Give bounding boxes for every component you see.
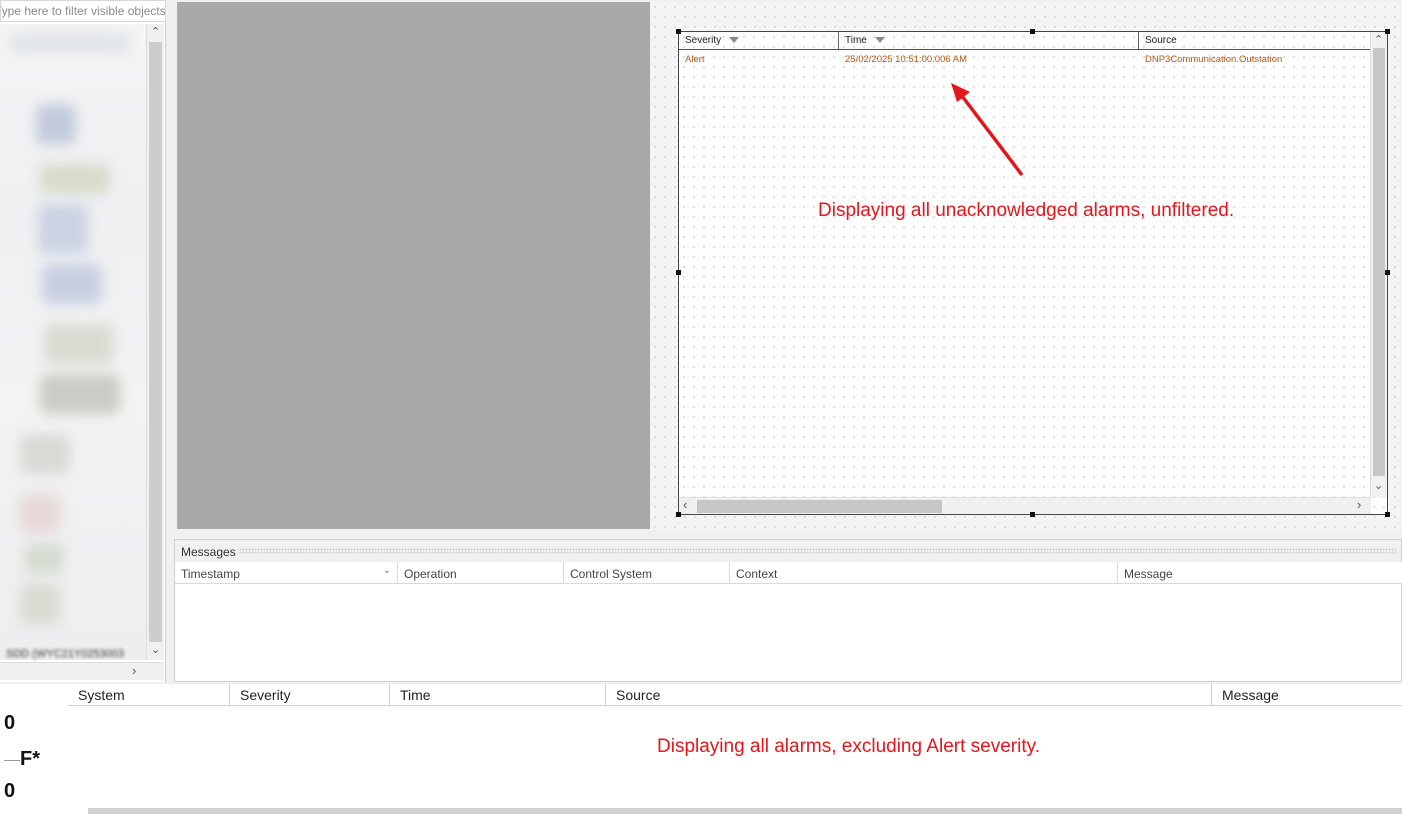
messages-panel: Messages Timestamp ⌄ Operation Control S… [174,539,1402,682]
scroll-left-icon[interactable]: ‹ [683,498,687,511]
annotation-arrow-icon [951,83,1024,177]
column-header-label: System [78,687,125,703]
annotation-top: Displaying all unacknowledged alarms, un… [818,200,1235,221]
selection-handle[interactable] [1385,512,1390,517]
selection-handle[interactable] [676,29,681,34]
scroll-up-icon[interactable]: ⌃ [1374,34,1383,46]
selection-handle[interactable] [1385,29,1390,34]
selection-handle[interactable] [1030,29,1035,34]
widget-horizontal-scrollbar[interactable]: ‹ › [679,497,1371,514]
scroll-right-icon[interactable]: › [132,664,136,677]
value-middle: F* [20,748,40,770]
status-values-panel: 0 F* 0 [0,684,68,814]
messages-column-message[interactable]: Message [1118,562,1402,584]
scroll-thumb[interactable] [697,500,942,513]
column-header-label: Control System [570,567,653,581]
object-tree-panel: Type here to filter visible objects SDD … [0,0,166,682]
object-filter-input[interactable]: Type here to filter visible objects [0,0,166,22]
column-header-label: Operation [404,567,457,581]
column-header-label: Source [616,687,661,703]
value-top: 0 [4,712,16,734]
column-header-time[interactable]: Time [390,684,606,706]
scroll-up-icon[interactable]: ⌃ [151,26,160,38]
value-bottom: 0 [4,780,16,802]
alarm-time-cell[interactable]: 25/02/2025 10:51:00.006 AM [845,54,967,65]
sort-chevron-down-icon[interactable]: ⌄ [383,565,391,576]
column-header-label: Time [845,35,867,46]
alarm-severity-cell[interactable]: Alert [685,54,705,65]
annotation-bottom: Displaying all alarms, excluding Alert s… [657,736,1040,757]
selection-handle[interactable] [676,270,681,275]
column-header-source[interactable]: Source [1139,32,1371,50]
column-header-source[interactable]: Source [606,684,1212,706]
tree-horizontal-scrollbar[interactable]: › [0,662,164,680]
column-header-severity[interactable]: Severity [679,32,839,50]
column-header-label: Timestamp [181,567,240,581]
messages-column-context[interactable]: Context [730,562,1118,584]
selection-handle[interactable] [1030,512,1035,517]
scroll-thumb[interactable] [1373,48,1385,476]
messages-column-operation[interactable]: Operation [398,562,564,584]
alarm-source-cell[interactable]: DNP3Communication.Outstation [1145,54,1282,65]
messages-title-bar[interactable]: Messages [175,540,1401,562]
tree-last-item[interactable]: SDD (WYC21Y0253003 [6,648,124,660]
bottom-horizontal-scrollbar[interactable] [88,808,1402,814]
column-header-label: Source [1145,35,1177,46]
column-header-label: Severity [685,35,722,46]
column-header-label: Time [400,687,431,703]
panel-grip[interactable] [239,548,1397,554]
tree-vertical-scrollbar[interactable]: ⌃ ⌄ [146,24,164,660]
scroll-down-icon[interactable]: ⌄ [151,644,160,656]
scroll-right-icon[interactable]: › [1357,498,1361,511]
widget-vertical-scrollbar[interactable]: ⌃ ⌄ [1370,32,1387,497]
scroll-down-icon[interactable]: ⌄ [1374,480,1383,492]
divider [4,760,20,761]
column-header-system[interactable]: System [68,684,230,706]
messages-title: Messages [181,545,236,559]
object-tree[interactable] [0,24,146,660]
messages-column-control-system[interactable]: Control System [564,562,730,584]
column-header-label: Severity [240,687,291,703]
column-header-label: Message [1222,687,1279,703]
selection-handle[interactable] [1385,270,1390,275]
messages-column-timestamp[interactable]: Timestamp ⌄ [175,562,398,584]
column-header-label: Message [1124,567,1173,581]
scroll-thumb[interactable] [149,42,162,642]
canvas-background [177,2,650,529]
filter-icon[interactable] [874,37,885,43]
column-header-message[interactable]: Message [1212,684,1402,706]
column-header-label: Context [736,567,778,581]
selection-handle[interactable] [676,512,681,517]
column-header-severity[interactable]: Severity [230,684,390,706]
column-header-time[interactable]: Time [839,32,1139,50]
filter-icon[interactable] [729,37,740,43]
